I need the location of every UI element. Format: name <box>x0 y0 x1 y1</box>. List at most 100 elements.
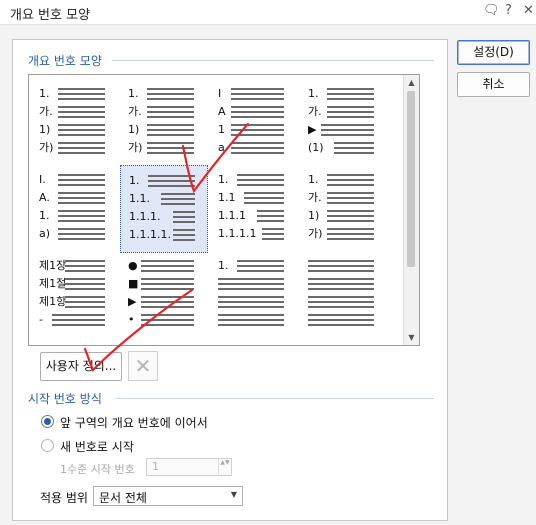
style-number-label: 1. <box>218 173 229 186</box>
numbering-style-list[interactable]: 1. 가. 1) 가) 1. 가. 1) 가) I A 1 a 1. 가. ▶ (1) I. A. 1. a) 1. 1.… <box>28 74 420 346</box>
numbering-style-option[interactable]: 1. 가. 1) 가) <box>300 165 388 253</box>
style-number-label: ▶ <box>128 295 137 308</box>
placeholder-lines <box>320 124 374 136</box>
placeholder-lines <box>147 142 194 154</box>
placeholder-lines <box>327 106 374 118</box>
style-line: • <box>128 313 202 328</box>
placeholder-lines <box>58 142 105 154</box>
placeholder-lines <box>58 192 105 204</box>
placeholder-lines <box>237 260 284 272</box>
numbering-style-option[interactable]: 1. <box>210 251 298 339</box>
style-line <box>308 313 382 328</box>
continue-numbering-label[interactable]: 앞 구역의 개요 번호에 이어서 <box>60 414 208 431</box>
placeholder-lines <box>58 228 105 240</box>
style-number-label: 1.1.1.1. <box>129 228 171 241</box>
start-level-value: 1 <box>152 460 159 473</box>
placeholder-lines <box>140 314 194 326</box>
custom-definition-button[interactable]: 사용자 정의... <box>40 352 122 381</box>
style-line: I <box>218 87 292 102</box>
cancel-button[interactable]: 취소 <box>457 72 530 97</box>
style-line: 제1절 <box>39 277 113 292</box>
help-icon[interactable]: ? <box>505 3 512 18</box>
placeholder-lines <box>58 174 105 186</box>
title-bar: 개요 번호 모양 🗨 ? ✕ <box>0 0 536 25</box>
apply-scope-select[interactable]: 문서 전체 ▼ <box>93 486 243 506</box>
style-line: 가. <box>308 191 382 206</box>
style-number-label: 1. <box>218 259 229 272</box>
style-number-label: a) <box>39 227 51 240</box>
ok-button[interactable]: 설정(D) <box>457 40 530 65</box>
numbering-style-option[interactable]: 제1장 제1절 제1항 - <box>31 251 119 339</box>
style-number-label: 가. <box>308 105 322 118</box>
style-line <box>218 313 292 328</box>
style-number-label: (1) <box>308 141 324 154</box>
placeholder-lines <box>58 88 105 100</box>
spinner-arrows-icon: ▲▼ <box>218 459 231 475</box>
style-line: 1.1.1.1. <box>129 228 203 243</box>
vertical-scrollbar[interactable]: ▲ ▼ <box>403 75 419 345</box>
placeholder-lines <box>333 142 374 154</box>
placeholder-lines <box>218 296 284 308</box>
numbering-style-option[interactable] <box>300 251 388 339</box>
placeholder-lines <box>140 278 194 290</box>
dropdown-arrow-icon: ▼ <box>230 490 237 499</box>
scroll-up-arrow-icon[interactable]: ▲ <box>404 75 419 90</box>
numbering-style-option[interactable]: 1. 가. ▶ (1) <box>300 79 388 167</box>
start-level-spinner: 1 ▲▼ <box>146 458 232 476</box>
style-line: 1.1 <box>218 191 292 206</box>
placeholder-lines <box>173 229 195 241</box>
style-number-label: 제1항 <box>39 295 67 308</box>
style-line: I. <box>39 173 113 188</box>
style-number-label: 가. <box>39 105 53 118</box>
numbering-style-option[interactable]: ● ■ ▶ • <box>120 251 208 339</box>
style-line: 1. <box>129 174 203 189</box>
style-number-label: 1.1.1 <box>218 209 246 222</box>
style-number-label: ▶ <box>308 123 317 136</box>
style-number-label: 가) <box>128 141 143 154</box>
style-line: 1 <box>218 123 292 138</box>
close-icon[interactable]: ✕ <box>523 3 534 18</box>
apply-scope-label: 적용 범위 <box>40 491 88 505</box>
style-number-label: 가. <box>128 105 142 118</box>
numbering-style-option[interactable]: I. A. 1. a) <box>31 165 119 253</box>
apply-scope-value: 문서 전체 <box>99 491 147 505</box>
style-line <box>308 259 382 274</box>
new-numbering-radio[interactable] <box>41 439 54 452</box>
style-line: 1.1.1. <box>129 210 203 225</box>
style-line: 1. <box>128 87 202 102</box>
placeholder-lines <box>256 210 284 222</box>
style-number-label: A <box>218 105 226 118</box>
style-number-label: ■ <box>128 277 139 290</box>
style-line: 1.1.1.1 <box>218 227 292 242</box>
placeholder-lines <box>51 314 105 326</box>
placeholder-lines <box>161 193 195 205</box>
numbering-style-option[interactable]: 1. 1.1 1.1.1 1.1.1.1 <box>210 165 298 253</box>
placeholder-lines <box>58 210 105 222</box>
numbering-style-option[interactable]: 1. 가. 1) 가) <box>120 79 208 167</box>
scroll-thumb[interactable] <box>407 91 415 267</box>
chat-icon[interactable]: 🗨 <box>483 3 500 18</box>
placeholder-lines <box>327 88 374 100</box>
style-line: ▶ <box>308 123 382 138</box>
placeholder-lines <box>327 192 374 204</box>
scroll-down-arrow-icon[interactable]: ▼ <box>404 330 419 345</box>
numbering-style-option[interactable]: 1. 가. 1) 가) <box>31 79 119 167</box>
style-line: 제1장 <box>39 259 113 274</box>
style-line: 1. <box>308 87 382 102</box>
style-line: 1. <box>218 259 292 274</box>
numbering-style-option[interactable]: 1. 1.1. 1.1.1. 1.1.1.1. <box>120 165 208 253</box>
style-number-label: 1) <box>308 209 320 222</box>
group-divider <box>116 398 434 399</box>
placeholder-lines <box>230 124 284 136</box>
style-line <box>218 295 292 310</box>
placeholder-lines <box>308 296 374 308</box>
style-number-label: 1. <box>129 174 140 187</box>
continue-numbering-radio[interactable] <box>41 415 54 428</box>
style-number-label: 가. <box>308 191 322 204</box>
placeholder-lines <box>58 106 105 118</box>
numbering-style-option[interactable]: IA 1 a <box>210 79 298 167</box>
placeholder-lines <box>147 88 194 100</box>
style-line <box>308 277 382 292</box>
style-number-label: ● <box>128 259 138 272</box>
new-numbering-label[interactable]: 새 번호로 시작 <box>60 438 134 455</box>
